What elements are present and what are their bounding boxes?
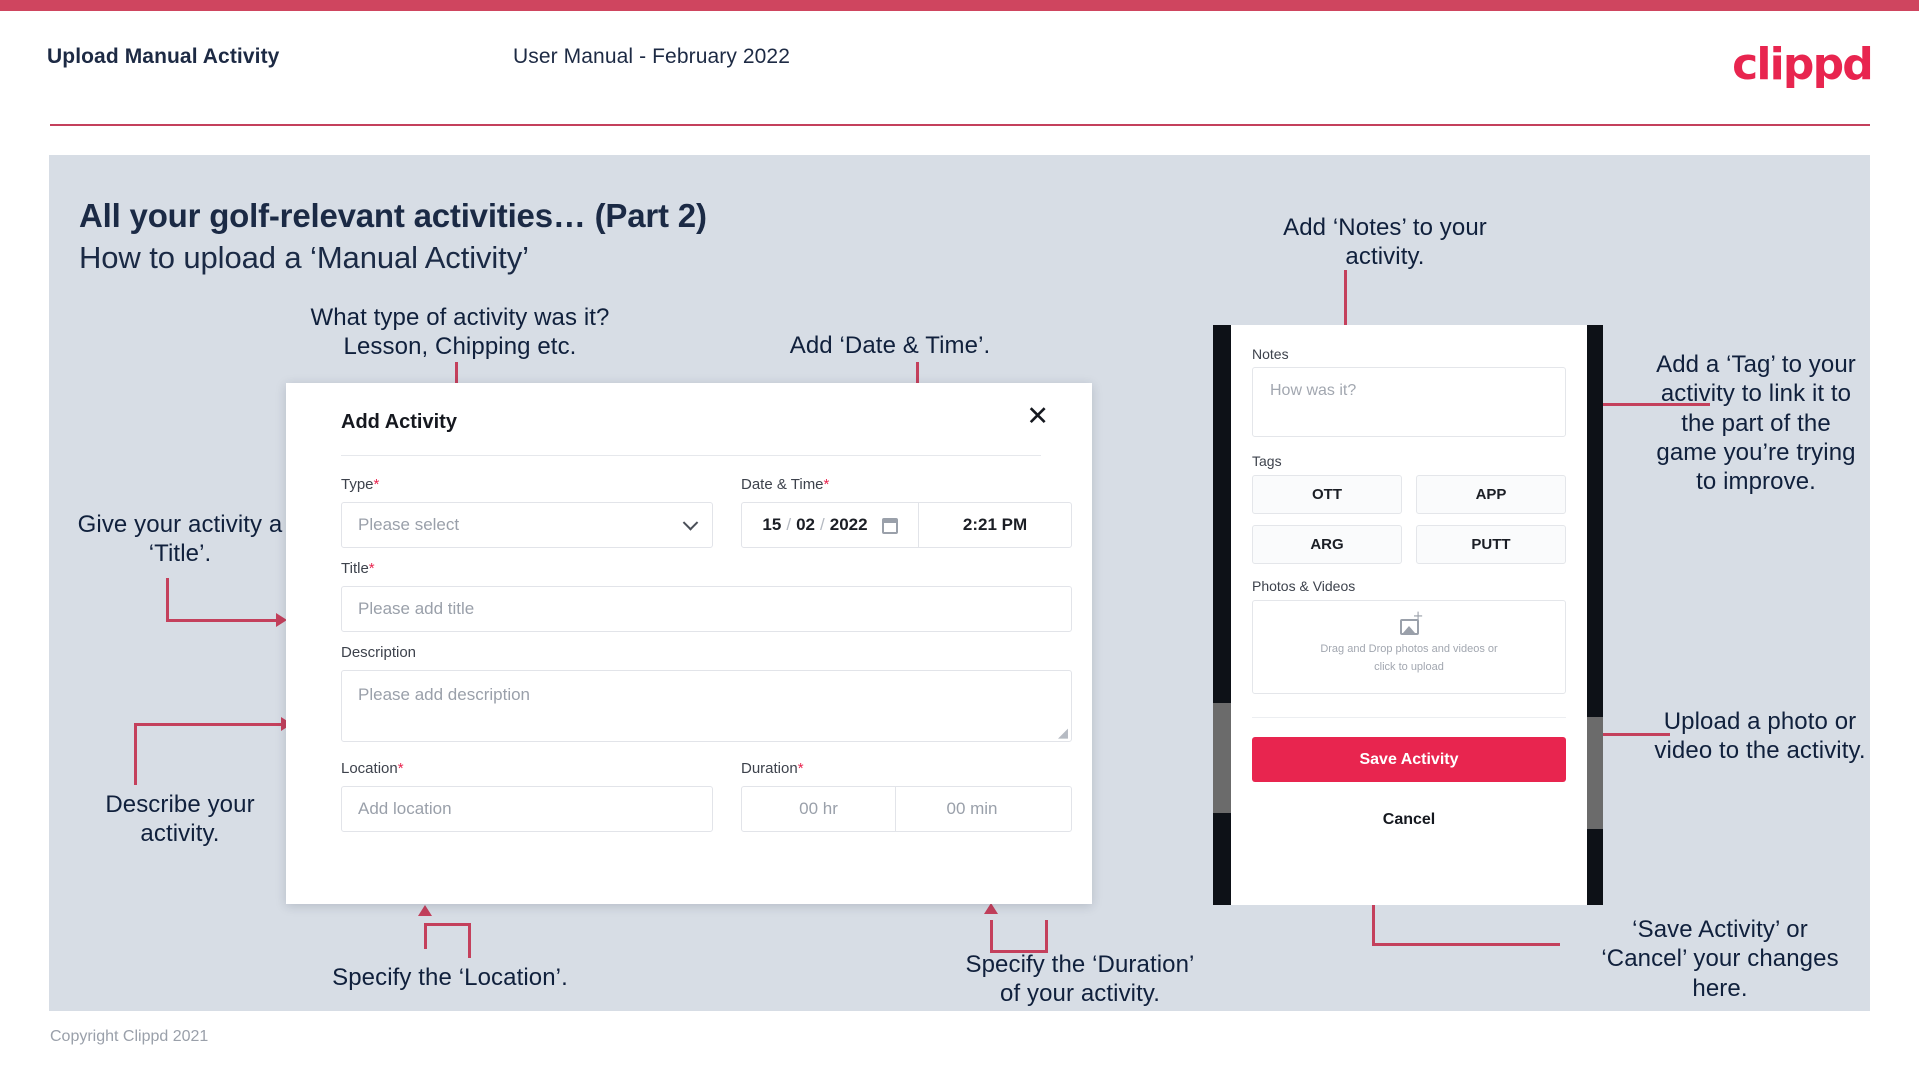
slide-heading: All your golf-relevant activities… (Part… (79, 197, 707, 234)
location-required: * (397, 760, 404, 777)
type-label: Type* (341, 476, 379, 493)
tag-arg[interactable]: ARG (1252, 525, 1402, 564)
slide-page: Upload Manual Activity User Manual - Feb… (0, 0, 1919, 1079)
date-sep-2: / (820, 515, 825, 534)
connector-desc-v (134, 723, 137, 785)
connector-save-h (1372, 943, 1560, 946)
connector-title-h (166, 619, 281, 622)
tag-putt[interactable]: PUTT (1416, 525, 1566, 564)
title-label: Title* (341, 560, 375, 577)
datetime-label: Date & Time* (741, 476, 829, 493)
phone-screen: Notes How was it? Tags OTT APP ARG PUTT … (1231, 325, 1587, 905)
datetime-field[interactable]: 15 / 02 / 2022 2:21 PM (741, 502, 1072, 548)
datetime-required: * (823, 476, 830, 493)
connector-loc-v1 (468, 926, 471, 958)
annotation-notes: Add ‘Notes’ to your activity. (1283, 214, 1487, 271)
chevron-down-icon (682, 515, 699, 531)
duration-minutes[interactable]: 00 min (895, 787, 1048, 831)
title-placeholder: Please add title (358, 599, 475, 618)
save-activity-button[interactable]: Save Activity (1252, 737, 1566, 782)
connector-tags-h1 (1600, 403, 1710, 406)
annotation-save: ‘Save Activity’ or ‘Cancel’ your changes h… (1601, 916, 1839, 1002)
description-textarea[interactable]: Please add description ◢ (341, 670, 1072, 742)
clippd-logo: clippd (1732, 39, 1874, 90)
date-month: 02 (796, 515, 815, 534)
location-input[interactable]: Add location (341, 786, 713, 832)
duration-hours[interactable]: 00 hr (742, 787, 895, 831)
dropzone-line-2: click to upload (1374, 660, 1444, 673)
tag-ott[interactable]: OTT (1252, 475, 1402, 514)
annotation-tags: Add a ‘Tag’ to your activity to link it t… (1656, 351, 1856, 496)
dialog-title: Add Activity (341, 411, 457, 433)
title-required: * (368, 560, 375, 577)
annotation-location: Specify the ‘Location’. (332, 964, 568, 991)
connector-title-v (166, 578, 169, 622)
date-day: 15 (762, 515, 782, 534)
phone-side-button-left (1213, 703, 1231, 813)
description-placeholder: Please add description (358, 685, 531, 704)
duration-field[interactable]: 00 hr 00 min (741, 786, 1072, 832)
location-label-text: Location (341, 760, 398, 777)
resize-handle-icon[interactable]: ◢ (1058, 726, 1068, 739)
date-input[interactable]: 15 / 02 / 2022 (742, 503, 919, 547)
connector-loc-arrow (418, 905, 432, 916)
datetime-label-text: Date & Time (741, 476, 824, 493)
footer-copyright: Copyright Clippd 2021 (50, 1028, 209, 1045)
type-placeholder: Please select (358, 515, 460, 534)
notes-placeholder: How was it? (1270, 382, 1357, 399)
top-accent-bar (0, 0, 1919, 11)
add-image-icon (1399, 610, 1424, 635)
title-input[interactable]: Please add title (341, 586, 1072, 632)
connector-dur-v2 (990, 920, 993, 952)
slide-subheading: How to upload a ‘Manual Activity’ (79, 240, 529, 275)
duration-label-text: Duration (741, 760, 798, 777)
time-input[interactable]: 2:21 PM (919, 503, 1071, 547)
date-sep-1: / (786, 515, 792, 534)
add-activity-dialog: Add Activity ✕ Type* Please select Date … (286, 383, 1092, 904)
connector-loc-v2 (424, 923, 427, 949)
annotation-title: Give your activity a ‘Title’. (77, 511, 283, 568)
page-subtitle: User Manual - February 2022 (513, 45, 790, 68)
description-label: Description (341, 644, 417, 661)
annotation-datetime: Add ‘Date & Time’. (789, 332, 991, 359)
connector-desc-h (134, 723, 286, 726)
phone-side-button-right (1587, 717, 1603, 829)
duration-required: * (797, 760, 804, 777)
connector-loc-h (424, 923, 471, 926)
type-label-text: Type (341, 476, 374, 493)
dropzone-line-1: Drag and Drop photos and videos or (1320, 642, 1498, 655)
annotation-description: Describe your activity. (105, 791, 255, 848)
connector-dur-arrow (984, 903, 998, 914)
location-placeholder: Add location (358, 799, 452, 818)
photo-dropzone[interactable]: Drag and Drop photos and videos or click… (1252, 600, 1566, 694)
type-select[interactable]: Please select (341, 502, 713, 548)
cancel-button[interactable]: Cancel (1252, 800, 1566, 840)
annotation-type: What type of activity was it? Lesson, Chi… (310, 304, 610, 361)
title-label-text: Title (341, 560, 369, 577)
notes-textarea[interactable]: How was it? (1252, 367, 1566, 437)
calendar-icon[interactable] (881, 518, 898, 534)
location-label: Location* (341, 760, 404, 777)
photos-label: Photos & Videos (1252, 578, 1356, 594)
connector-notes-v1 (1344, 270, 1347, 330)
dialog-divider (341, 455, 1041, 456)
connector-dur-h (990, 950, 1048, 953)
annotation-duration: Specify the ‘Duration’ of your activity. (965, 951, 1195, 1008)
date-year: 2022 (829, 515, 868, 534)
tags-label: Tags (1252, 453, 1282, 469)
tag-app[interactable]: APP (1416, 475, 1566, 514)
phone-divider (1252, 717, 1566, 718)
page-title: Upload Manual Activity (47, 45, 280, 68)
annotation-upload: Upload a photo or video to the activity. (1654, 708, 1866, 765)
duration-label: Duration* (741, 760, 804, 777)
connector-dur-v1 (1045, 920, 1048, 952)
type-required: * (373, 476, 380, 493)
phone-mockup: Notes How was it? Tags OTT APP ARG PUTT … (1213, 325, 1603, 905)
header-divider (50, 124, 1870, 126)
close-icon[interactable]: ✕ (1026, 403, 1049, 430)
notes-label: Notes (1252, 346, 1289, 362)
